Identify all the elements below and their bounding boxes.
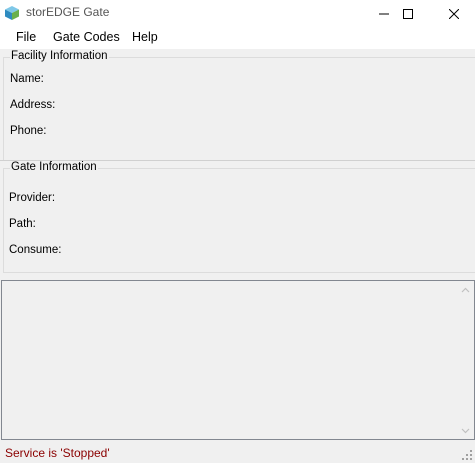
- menu-gate-codes[interactable]: Gate Codes: [53, 30, 120, 44]
- gate-path-label: Path:: [9, 218, 36, 230]
- facility-info-legend: Facility Information: [10, 50, 109, 62]
- facility-info-group: Facility Information: [3, 50, 475, 161]
- gate-info-legend: Gate Information: [10, 161, 98, 173]
- menu-bar: File Gate Codes Help: [0, 27, 475, 49]
- menu-file[interactable]: File: [16, 30, 36, 44]
- scroll-down-button[interactable]: [457, 422, 474, 439]
- close-button[interactable]: [431, 0, 475, 27]
- gate-info-group: Gate Information: [3, 161, 475, 273]
- close-icon: [449, 8, 459, 19]
- facility-name-label: Name:: [10, 73, 44, 85]
- status-bar: Service is 'Stopped': [0, 442, 475, 463]
- facility-phone-label: Phone:: [10, 125, 47, 137]
- storedge-cube-icon: [5, 6, 19, 20]
- maximize-button[interactable]: [385, 0, 431, 27]
- chevron-down-icon: [461, 428, 470, 433]
- window-title: storEDGE Gate: [26, 5, 110, 19]
- facility-address-label: Address:: [10, 99, 56, 111]
- scroll-up-button[interactable]: [457, 281, 474, 298]
- chevron-up-icon: [461, 287, 470, 292]
- resize-grip-icon[interactable]: [461, 449, 473, 461]
- title-bar[interactable]: storEDGE Gate: [0, 0, 475, 27]
- maximize-icon: [403, 8, 413, 19]
- log-textbox[interactable]: [1, 280, 475, 440]
- gate-consume-label: Consume:: [9, 244, 62, 256]
- service-status-text: Service is 'Stopped': [5, 446, 110, 460]
- gate-provider-label: Provider:: [9, 192, 56, 204]
- menu-help[interactable]: Help: [132, 30, 158, 44]
- vertical-scrollbar[interactable]: [457, 281, 474, 439]
